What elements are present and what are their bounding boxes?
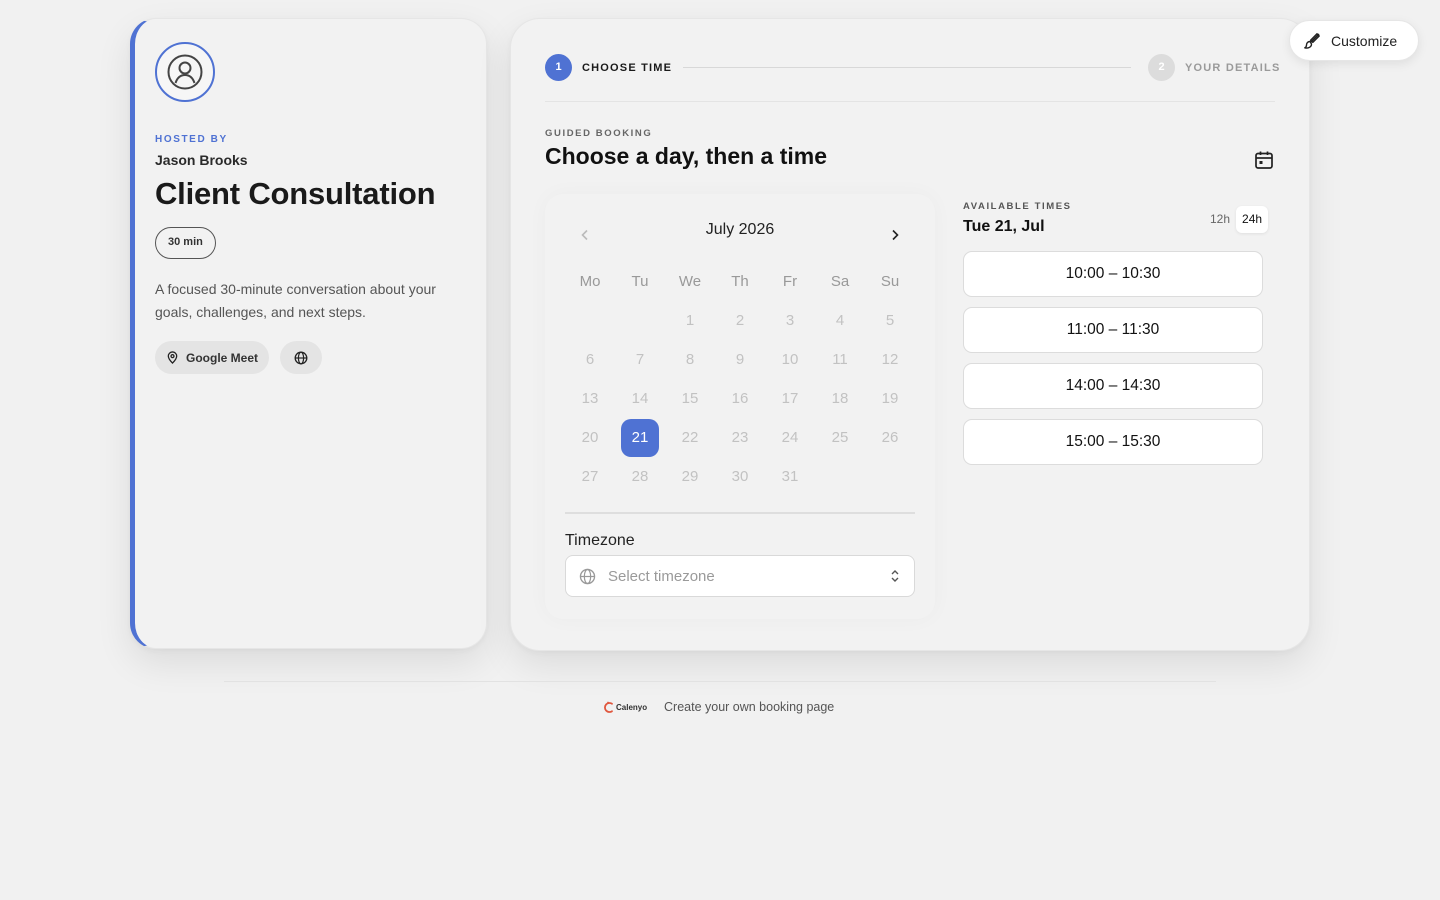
calendar-day: 5 <box>885 312 895 329</box>
calendar-day: 20 <box>581 429 599 446</box>
user-icon <box>167 54 203 90</box>
step-2-indicator: 2 <box>1148 54 1175 81</box>
time-slot-button[interactable]: 10:00 – 10:30 <box>963 251 1263 297</box>
weekday-label: Th <box>731 273 749 290</box>
step-1-label: CHOOSE TIME <box>582 62 673 74</box>
calendar-day: 29 <box>681 468 699 485</box>
page-title: Choose a day, then a time <box>545 143 828 169</box>
calendar-day: 1 <box>685 312 695 329</box>
calendar-day: 8 <box>685 351 695 368</box>
weekday-label: Fr <box>782 273 798 290</box>
calendar-day: 26 <box>881 429 899 446</box>
location-chip: Google Meet <box>155 341 270 374</box>
calendar-divider <box>565 512 915 514</box>
timezone-select[interactable]: Select timezone <box>565 555 915 597</box>
time-slot-button[interactable]: 14:00 – 14:30 <box>963 363 1263 409</box>
calendar-day: 31 <box>781 468 799 485</box>
header-divider <box>545 101 1275 102</box>
event-title: Client Consultation <box>155 176 436 211</box>
brush-icon <box>1304 32 1320 49</box>
weekday-label: Tu <box>631 273 649 290</box>
calendar-day: 25 <box>831 429 849 446</box>
step-1-indicator: 1 <box>545 54 572 81</box>
calendar-day: 17 <box>781 390 799 407</box>
calendar-day: 19 <box>881 390 899 407</box>
calendar-day: 30 <box>731 468 749 485</box>
weekday-label: We <box>678 273 702 290</box>
chevron-right-icon <box>892 229 899 241</box>
calendar-day: 3 <box>785 312 795 329</box>
calendar-day: 22 <box>681 429 699 446</box>
brand-name: Calenyo <box>616 703 648 712</box>
customize-label: Customize <box>1331 32 1398 49</box>
calendar-day: 10 <box>781 351 799 368</box>
calendar-day: 24 <box>781 429 799 446</box>
timezone-placeholder: Select timezone <box>608 567 715 585</box>
calendar-day: 27 <box>581 468 599 485</box>
calendar-day: 23 <box>731 429 749 446</box>
calendar-day: 15 <box>681 390 699 407</box>
calendar-day: 11 <box>832 351 848 368</box>
footer-divider <box>224 681 1216 682</box>
chevron-up-down-icon <box>891 570 899 582</box>
location-label: Google Meet <box>186 350 259 365</box>
globe-icon <box>294 351 308 364</box>
calendar-day: 16 <box>731 390 749 407</box>
next-month-button[interactable] <box>882 222 908 248</box>
format-12h-option[interactable]: 12h <box>1204 206 1236 233</box>
event-info-card: HOSTED BY Jason Brooks Client Consultati… <box>130 18 487 649</box>
event-description: A focused 30-minute conversation about y… <box>155 281 436 320</box>
calendar-day: 14 <box>631 390 649 407</box>
brand-logo[interactable]: Calenyo <box>603 701 647 714</box>
location-pin-icon <box>167 351 178 364</box>
calendar-view-button[interactable] <box>1253 149 1275 171</box>
globe-icon <box>579 568 596 584</box>
language-chip[interactable] <box>280 341 322 374</box>
calendar-day-selected[interactable]: 21 <box>621 419 659 457</box>
time-slot-button[interactable]: 15:00 – 15:30 <box>963 419 1263 465</box>
hosted-by-label: HOSTED BY <box>155 134 228 145</box>
create-booking-page-link[interactable]: Create your own booking page <box>664 700 834 714</box>
brand-c-icon <box>604 701 613 713</box>
step-connector <box>683 67 1131 68</box>
calendar-day: 2 <box>735 312 745 329</box>
calendar-day: 13 <box>581 390 599 407</box>
selected-date: Tue 21, Jul <box>963 218 1045 235</box>
calendar-day: 7 <box>635 351 645 368</box>
timezone-label: Timezone <box>565 532 635 549</box>
calendar-panel: July 2026 Mo Tu We Th Fr Sa Su 1 2 3 4 5 6 7 8 9 10 11 12… <box>545 194 935 619</box>
customize-button[interactable]: Customize <box>1289 20 1419 61</box>
calendar-day: 6 <box>585 351 595 368</box>
month-title: July 2026 <box>705 221 775 238</box>
weekday-label: Su <box>880 273 900 290</box>
duration-badge: 30 min <box>155 227 216 259</box>
host-name: Jason Brooks <box>155 152 248 168</box>
calendar-day: 12 <box>881 351 899 368</box>
calendar-day: 18 <box>831 390 849 407</box>
step-2-label: YOUR DETAILS <box>1185 62 1281 74</box>
weekday-label: Sa <box>830 273 850 290</box>
time-format-toggle: 12h 24h <box>1204 206 1269 233</box>
calendar-icon <box>1255 151 1273 169</box>
booking-kicker: GUIDED BOOKING <box>545 128 653 139</box>
calendar-day: 9 <box>735 351 745 368</box>
weekday-label: Mo <box>579 273 601 290</box>
calendar-day: 4 <box>835 312 845 329</box>
avatar <box>155 42 215 102</box>
calendar-day: 28 <box>631 468 649 485</box>
time-slot-button[interactable]: 11:00 – 11:30 <box>963 307 1263 353</box>
format-24h-option[interactable]: 24h <box>1236 206 1269 233</box>
available-times-label: AVAILABLE TIMES <box>963 201 1072 212</box>
booking-card: 1 CHOOSE TIME 2 YOUR DETAILS GUIDED BOOK… <box>510 18 1310 651</box>
